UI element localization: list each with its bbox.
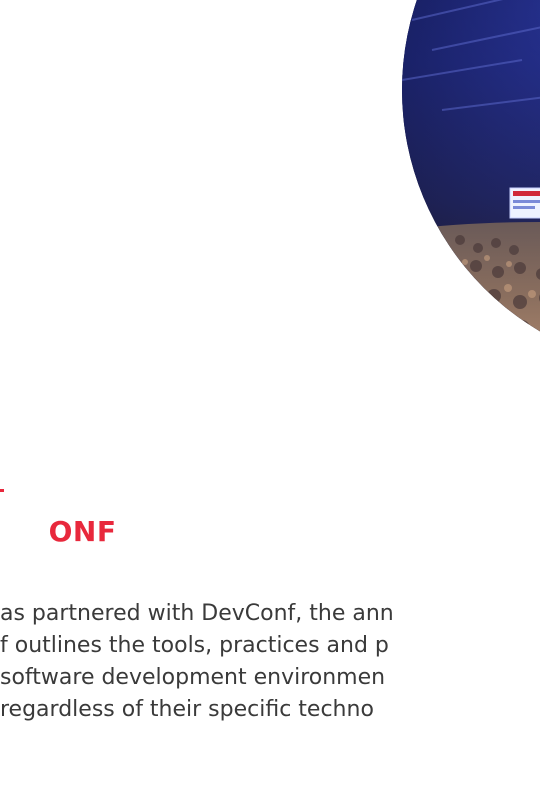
title-accent-bar xyxy=(0,489,4,492)
section-title: DEVCONF xyxy=(0,513,116,551)
body-line-4: regardless of their specific techno xyxy=(0,697,374,722)
body-paragraph: as partnered with DevConf, the ann f out… xyxy=(0,598,540,726)
body-line-1: as partnered with DevConf, the ann xyxy=(0,601,394,626)
conference-photo xyxy=(402,0,540,370)
page: DEVCONF as partnered with DevConf, the a… xyxy=(0,0,540,789)
body-line-3: software development environmen xyxy=(0,665,386,690)
conference-audience-image xyxy=(402,0,540,370)
body-line-2: f outlines the tools, practices and p xyxy=(0,633,389,658)
section-title-visible: ONF xyxy=(48,515,117,548)
